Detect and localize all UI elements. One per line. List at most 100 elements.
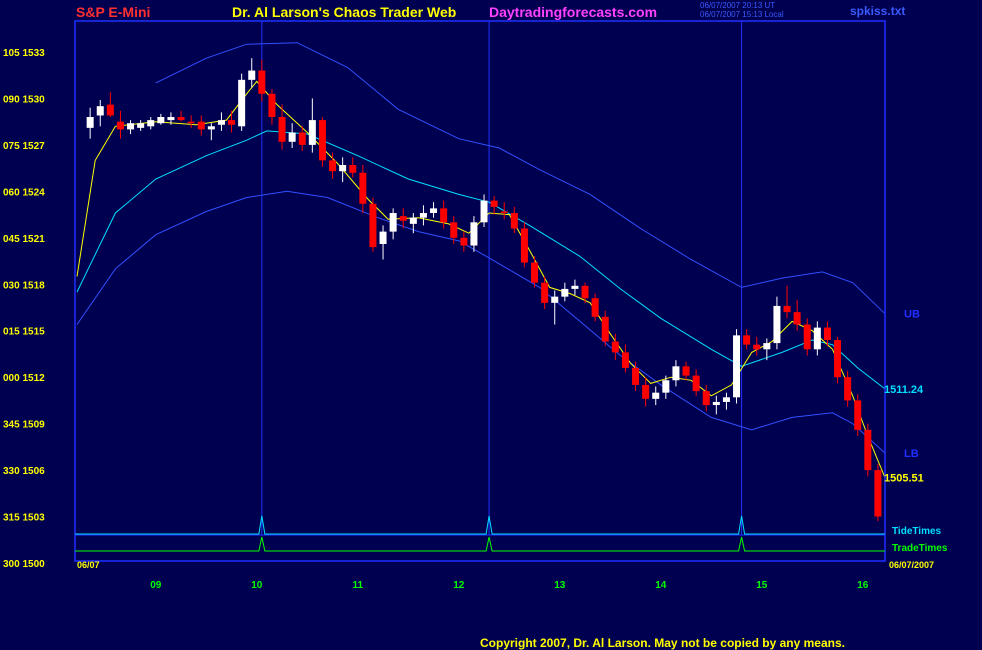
candle-down xyxy=(278,117,286,142)
x-tick-label: 15 xyxy=(756,580,768,591)
x-tick-label: 13 xyxy=(554,580,566,591)
candle-up xyxy=(207,126,215,130)
candle-up xyxy=(763,343,771,350)
y-tick-label: 000 1512 xyxy=(3,373,45,384)
x-tick-label: 14 xyxy=(655,580,667,591)
candle-down xyxy=(268,93,276,118)
x-tick-label: 09 xyxy=(150,580,162,591)
band-label: 1511.24 xyxy=(884,384,924,396)
candle-down xyxy=(642,384,650,399)
x-tick-label: 16 xyxy=(857,580,869,591)
candle-up xyxy=(339,165,347,172)
candle-down xyxy=(541,282,549,303)
candle-down xyxy=(510,213,518,229)
candle-down xyxy=(490,200,498,207)
candle-down xyxy=(793,312,801,325)
candle-down xyxy=(258,70,266,94)
candle-up xyxy=(248,70,256,80)
candle-up xyxy=(419,213,427,218)
short-ema-line xyxy=(76,80,886,478)
candle-up xyxy=(288,132,296,142)
candle-up xyxy=(137,123,145,128)
candle-down xyxy=(581,285,589,299)
candle-up xyxy=(662,380,670,393)
candle-down xyxy=(460,237,468,246)
candle-down xyxy=(743,335,751,345)
candle-down xyxy=(591,298,599,317)
candle-down xyxy=(329,160,337,172)
candle-down xyxy=(601,316,609,342)
candle-down xyxy=(228,120,236,125)
candle-up xyxy=(238,79,246,127)
y-tick-label: 315 1503 xyxy=(3,513,45,524)
candle-down xyxy=(632,367,640,385)
candle-up xyxy=(147,120,155,127)
candle-down xyxy=(116,121,124,130)
tide-times-line xyxy=(75,515,885,535)
candle-up xyxy=(722,397,730,402)
trade-times-line xyxy=(75,536,885,552)
y-tick-label: 075 1527 xyxy=(3,141,45,152)
candle-down xyxy=(440,208,448,223)
y-tick-label: 105 1533 xyxy=(3,48,45,59)
lower-band-line xyxy=(76,190,886,454)
band-label: LB xyxy=(904,448,919,460)
candle-down xyxy=(399,216,407,221)
y-tick-label: 045 1521 xyxy=(3,234,45,245)
candle-down xyxy=(520,228,528,263)
candle-up xyxy=(409,217,417,224)
band-label: 1505.51 xyxy=(884,473,924,485)
tide-times-label: TideTimes xyxy=(892,526,942,537)
candle-up xyxy=(652,392,660,399)
candle-up xyxy=(551,296,559,303)
candle-down xyxy=(500,211,508,214)
y-tick-label: 060 1524 xyxy=(3,187,45,198)
candle-up xyxy=(813,327,821,350)
candle-down xyxy=(834,340,842,378)
candle-up xyxy=(86,117,94,128)
candle-down xyxy=(803,324,811,350)
candle-up xyxy=(389,213,397,232)
candle-up xyxy=(217,120,225,125)
candle-up xyxy=(127,123,135,130)
candle-up xyxy=(480,200,488,223)
candlestick-chart: 300 1500 315 1503 330 1506 345 1509 000 1512… xyxy=(3,20,948,591)
candle-down xyxy=(359,172,367,204)
y-tick-label: 030 1518 xyxy=(3,280,45,291)
candle-up xyxy=(773,305,781,344)
x-tick-label: 12 xyxy=(453,580,465,591)
candle-up xyxy=(157,117,165,124)
y-tick-label: 090 1530 xyxy=(3,94,45,105)
candle-down xyxy=(349,165,357,173)
candle-down xyxy=(369,203,377,248)
candle-up xyxy=(733,335,741,398)
candle-down xyxy=(450,222,458,238)
candle-down xyxy=(874,470,882,517)
date-left-label: 06/07 xyxy=(77,560,100,570)
candle-up xyxy=(430,208,438,214)
candle-up xyxy=(672,366,680,381)
y-tick-label: 330 1506 xyxy=(3,466,45,477)
candle-up xyxy=(308,120,316,145)
candle-up xyxy=(470,222,478,246)
y-tick-label: 015 1515 xyxy=(3,327,45,338)
candle-down xyxy=(621,352,629,368)
candle-down xyxy=(753,344,761,350)
candle-down xyxy=(197,121,205,130)
candle-down xyxy=(844,377,852,401)
candle-down xyxy=(531,262,539,283)
candle-down xyxy=(298,132,306,145)
candle-down xyxy=(682,366,690,376)
candle-down xyxy=(823,327,831,341)
candle-down xyxy=(611,341,619,353)
center-band-line xyxy=(76,130,886,390)
candle-down xyxy=(187,121,195,124)
candle-up xyxy=(712,401,720,406)
y-tick-label: 300 1500 xyxy=(3,559,45,570)
candle-down xyxy=(702,391,710,406)
date-right-label: 06/07/2007 xyxy=(889,560,934,570)
candle-down xyxy=(854,400,862,430)
x-tick-label: 10 xyxy=(251,580,263,591)
candle-down xyxy=(318,120,326,161)
x-tick-label: 11 xyxy=(353,580,364,591)
